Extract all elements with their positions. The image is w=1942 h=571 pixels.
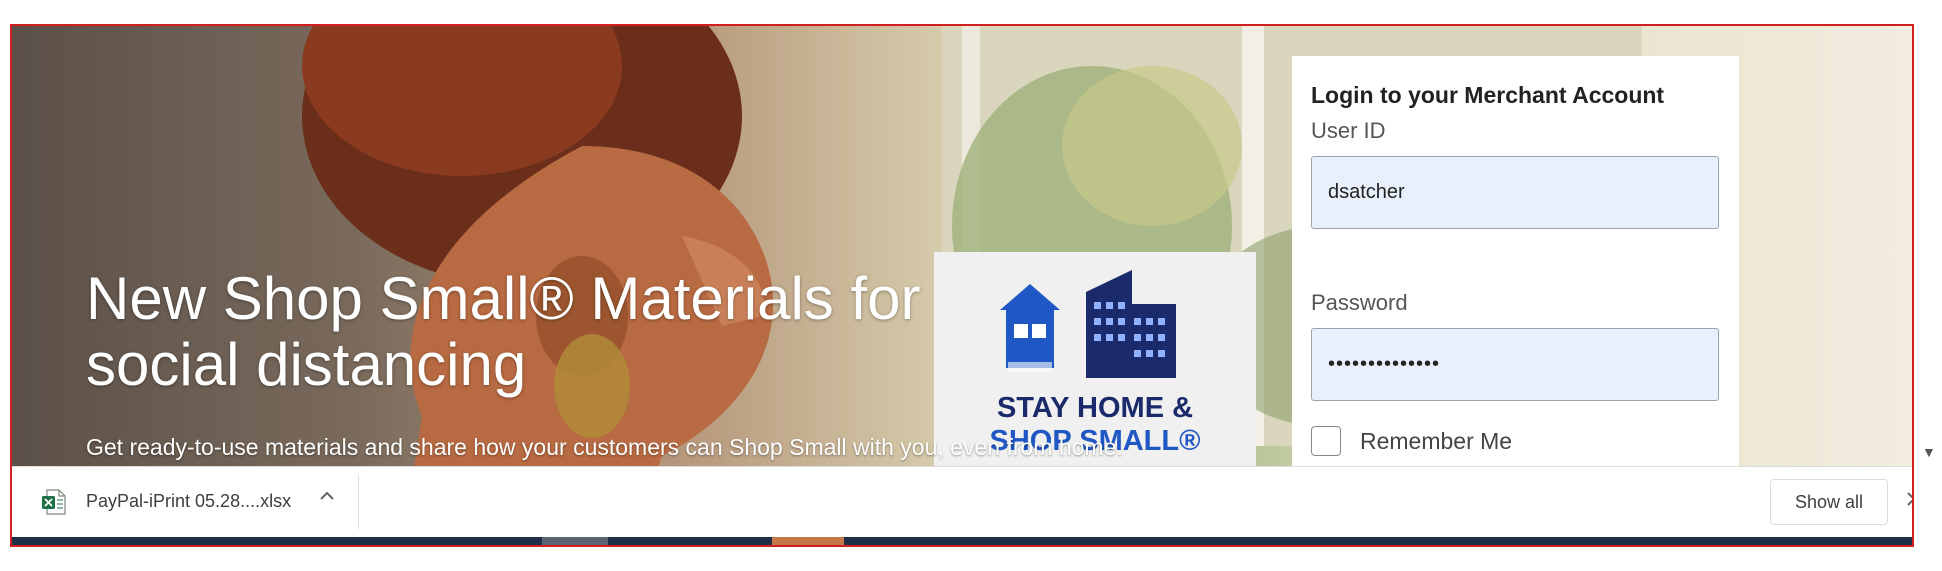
user-id-label: User ID	[1311, 118, 1386, 143]
remember-me-checkbox[interactable]	[1311, 426, 1341, 456]
footer-strip-segment	[772, 537, 844, 545]
login-heading: Login to your Merchant Account	[1311, 82, 1665, 108]
scroll-down-arrow-icon[interactable]: ▼	[1922, 444, 1936, 460]
divider	[358, 475, 359, 529]
password-label: Password	[1311, 290, 1408, 315]
download-bar: PayPal-iPrint 05.28....xlsx Show all	[12, 466, 1912, 538]
footer-strip-segment	[542, 537, 608, 545]
promo-line-1: STAY HOME &	[996, 392, 1194, 424]
page-footer-strip	[12, 537, 1912, 545]
download-file-name[interactable]: PayPal-iPrint 05.28....xlsx	[86, 491, 291, 512]
browser-viewport: New Shop Small® Materials for social dis…	[10, 24, 1914, 547]
user-id-input[interactable]: dsatcher	[1311, 156, 1719, 229]
password-input[interactable]: ••••••••••••••	[1311, 328, 1719, 401]
login-panel: Login to your Merchant Account User ID d…	[1292, 56, 1739, 466]
woman-profile-photo	[302, 26, 774, 466]
remember-me-label[interactable]: Remember Me	[1360, 428, 1512, 455]
chevron-up-icon[interactable]	[318, 487, 336, 505]
close-icon[interactable]	[1904, 489, 1914, 509]
excel-file-icon	[42, 489, 66, 515]
hero-banner: New Shop Small® Materials for social dis…	[12, 26, 1912, 466]
hero-subtitle: Get ready-to-use materials and share how…	[86, 434, 1123, 460]
show-all-button[interactable]: Show all	[1770, 479, 1888, 525]
house-and-buildings-icon	[1000, 270, 1176, 378]
